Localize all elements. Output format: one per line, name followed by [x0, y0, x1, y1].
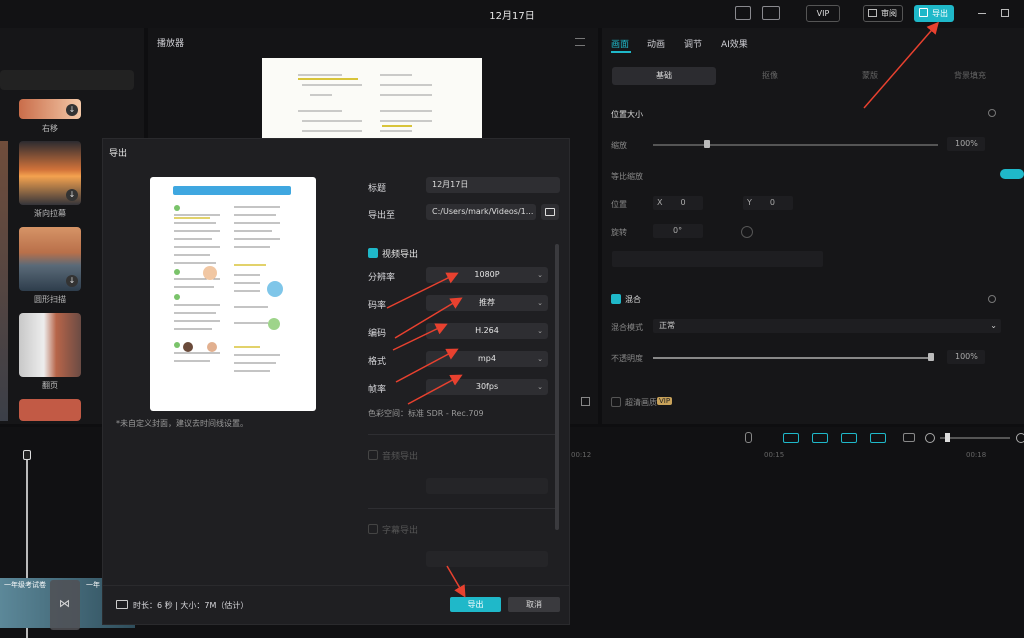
arrow-to-format	[395, 348, 459, 383]
arrow-to-codec	[392, 323, 448, 351]
arrow-to-export-top	[863, 21, 939, 109]
arrow-to-bitrate	[394, 297, 463, 339]
arrow-to-framerate	[407, 374, 463, 405]
arrow-to-export-button	[446, 565, 466, 598]
annotation-arrows	[386, 21, 939, 598]
arrow-to-resolution	[386, 272, 459, 309]
